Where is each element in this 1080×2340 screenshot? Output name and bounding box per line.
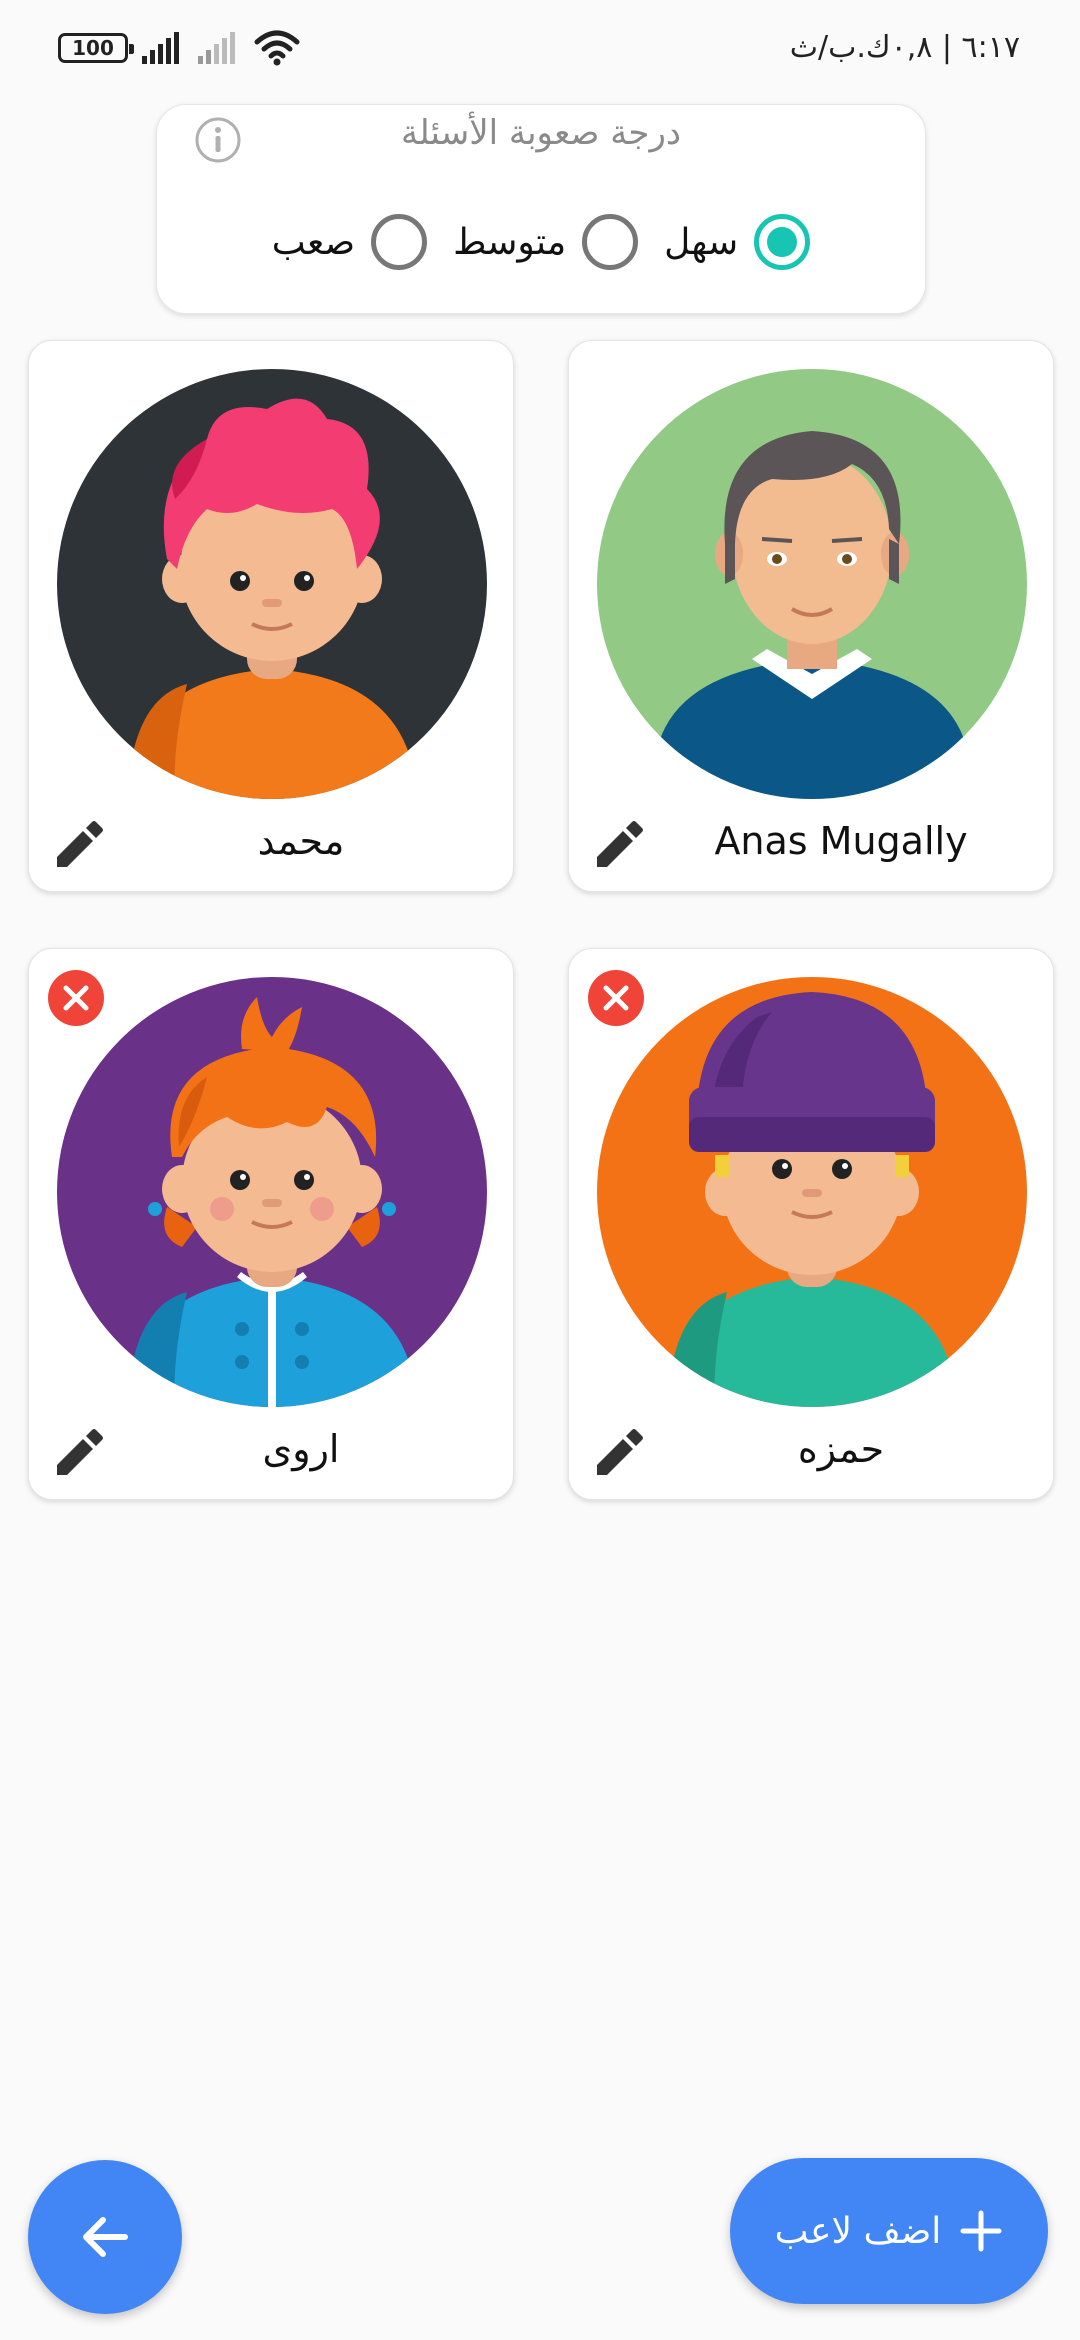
arrow-left-icon (83, 2217, 128, 2257)
radio-easy[interactable] (754, 214, 811, 270)
option-hard[interactable]: صعب (271, 214, 428, 270)
player-card[interactable]: محمد (28, 340, 514, 892)
difficulty-card: درجة صعوبة الأسئلة سهل متوسط صعب (156, 104, 926, 314)
player-name: حمزه (797, 1427, 885, 1471)
option-easy[interactable]: سهل (664, 214, 811, 270)
player-name: اروى (262, 1427, 340, 1471)
radio-medium[interactable] (582, 214, 639, 270)
player-card[interactable]: Anas Mugally (568, 340, 1054, 892)
girl-orange-hair-avatar (57, 977, 487, 1407)
difficulty-options: سهل متوسط صعب (157, 207, 925, 277)
status-icons: 100 (58, 28, 300, 68)
option-medium-label: متوسط (453, 221, 567, 263)
player-card[interactable]: اروى (28, 948, 514, 1500)
player-card[interactable]: حمزه (568, 948, 1054, 1500)
radio-hard[interactable] (371, 214, 428, 270)
plus-icon (960, 2210, 1002, 2252)
boy-beanie-avatar (597, 977, 1027, 1407)
pencil-icon[interactable] (47, 1423, 107, 1483)
difficulty-title: درجة صعوبة الأسئلة (400, 113, 682, 153)
status-bar: 100 ٦:١٧ | ٠,٨ك.ب/ث (0, 0, 1080, 96)
status-time: ٦:١٧ | ٠,٨ك.ب/ث (789, 30, 1020, 65)
option-medium[interactable]: متوسط (453, 214, 639, 270)
add-player-label: اضف لاعب (774, 2210, 942, 2252)
battery-level: 100 (72, 36, 114, 60)
wifi-icon (254, 30, 300, 66)
player-name: محمد (257, 819, 345, 863)
battery-icon: 100 (58, 33, 134, 63)
man-sweater-avatar (597, 369, 1027, 799)
pencil-icon[interactable] (587, 1423, 647, 1483)
signal-icon (142, 32, 179, 64)
signal-weak-icon (198, 32, 235, 64)
player-name: Anas Mugally (714, 819, 968, 863)
option-easy-label: سهل (664, 221, 739, 263)
close-icon[interactable] (47, 969, 105, 1027)
back-button[interactable] (28, 2160, 182, 2314)
add-player-button[interactable]: اضف لاعب (730, 2158, 1048, 2304)
option-hard-label: صعب (271, 221, 356, 263)
close-icon[interactable] (587, 969, 645, 1027)
pencil-icon[interactable] (587, 815, 647, 875)
boy-pink-hair-avatar (57, 369, 487, 799)
pencil-icon[interactable] (47, 815, 107, 875)
